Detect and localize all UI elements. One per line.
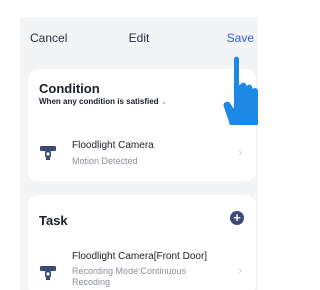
task-card: Task + Floodlight Camera[Front Door] Rec…	[28, 195, 256, 290]
condition-item-detail: Motion Detected	[72, 156, 138, 166]
camera-icon	[40, 266, 56, 280]
chevron-right-icon: ›	[238, 147, 242, 159]
task-title: Task	[39, 213, 68, 228]
pointing-hand-icon	[223, 56, 258, 125]
condition-title: Condition	[39, 81, 100, 96]
nav-header: Cancel Edit Save	[20, 17, 258, 59]
plus-circle-icon[interactable]: +	[230, 211, 244, 225]
chevron-right-icon: ›	[238, 265, 242, 277]
condition-mode-label: When any condition is satisfied	[39, 97, 159, 106]
condition-item-name: Floodlight Camera	[72, 140, 154, 151]
camera-icon	[40, 146, 56, 160]
condition-mode-selector[interactable]: When any condition is satisfied ⌄	[39, 97, 167, 106]
task-item-detail: Recording Mode:Continuous Recoding	[72, 266, 187, 287]
edit-screen: Cancel Edit Save Condition When any cond…	[20, 17, 258, 290]
page-title: Edit	[128, 31, 150, 45]
save-button[interactable]: Save	[227, 31, 254, 45]
chevron-down-icon: ⌄	[160, 97, 168, 106]
task-item-name: Floodlight Camera[Front Door]	[72, 251, 208, 262]
